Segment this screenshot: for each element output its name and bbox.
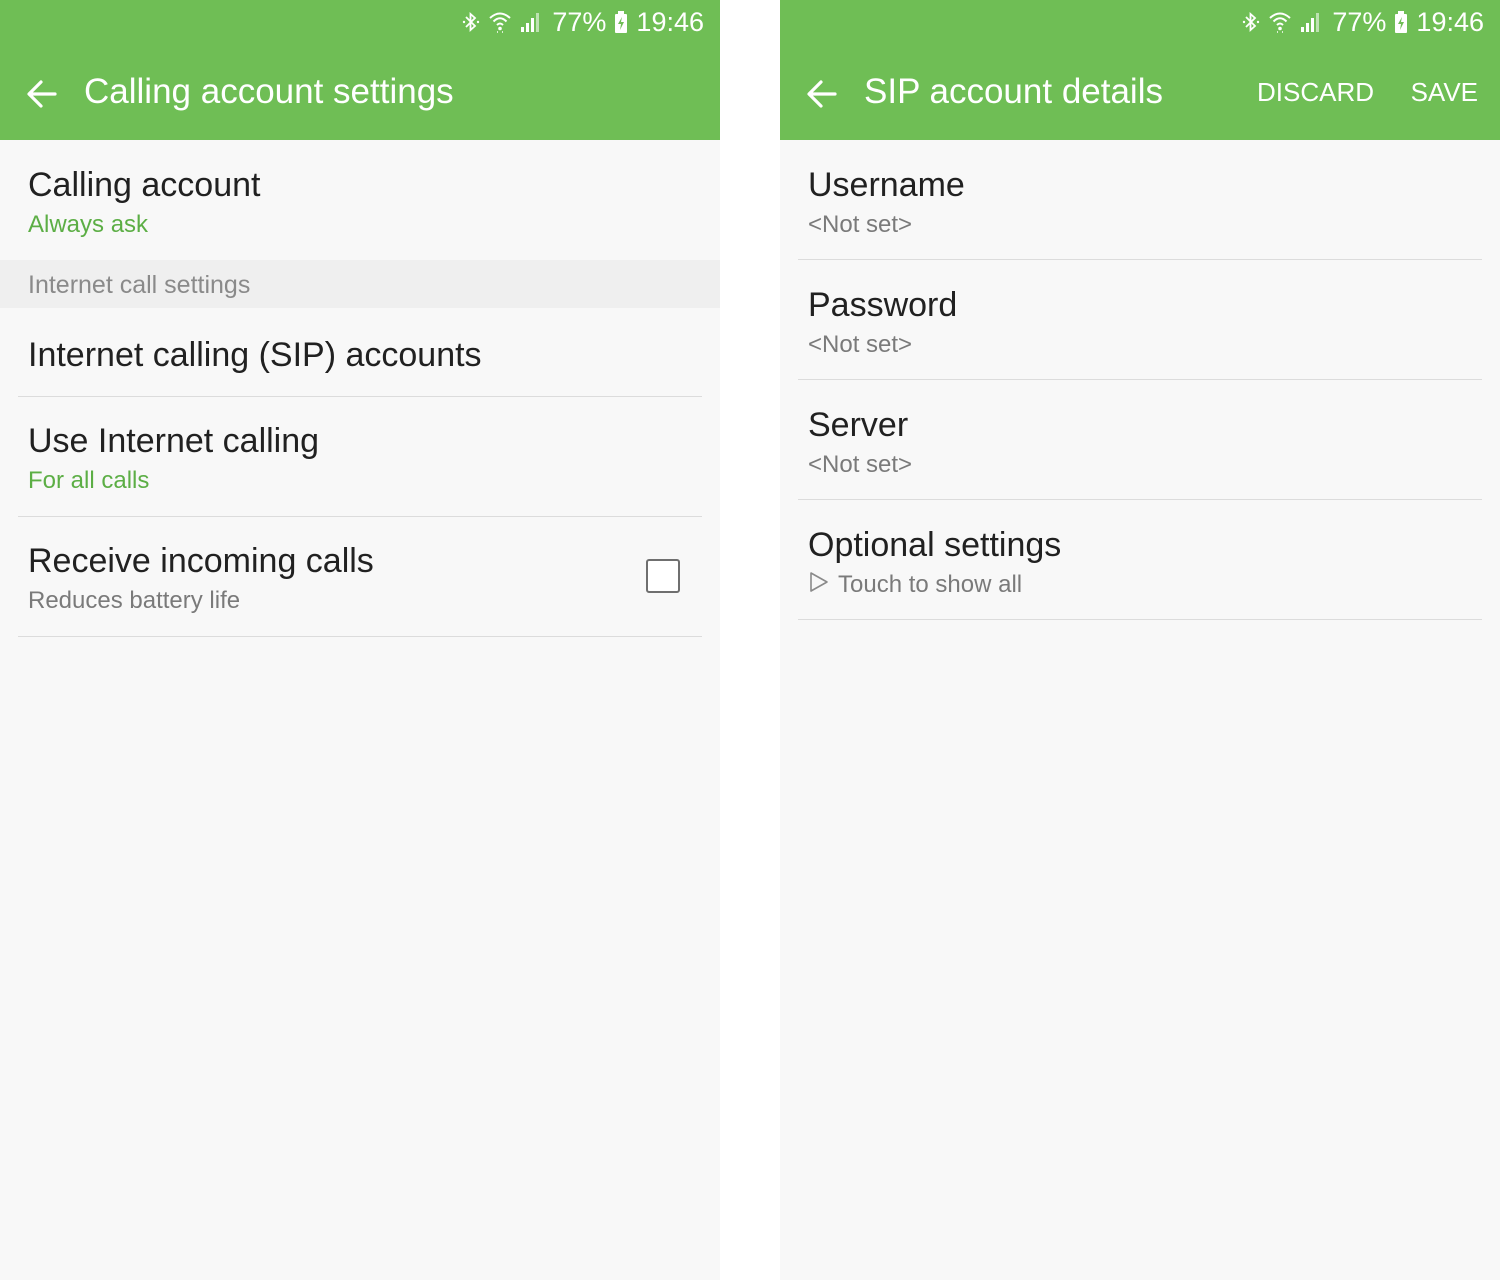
battery-charging-icon [614, 10, 628, 34]
back-arrow-icon [27, 80, 57, 108]
page-title: Calling account settings [84, 72, 454, 111]
section-header-label: Internet call settings [28, 271, 251, 299]
receive-incoming-calls-row[interactable]: Receive incoming calls Reduces battery l… [0, 517, 720, 636]
back-button[interactable] [802, 74, 842, 114]
optional-settings-title: Optional settings [808, 526, 1062, 564]
battery-charging-icon [1394, 10, 1408, 34]
optional-settings-row[interactable]: Optional settings Touch to show all [780, 500, 1500, 620]
calling-account-row[interactable]: Calling account Always ask [0, 140, 720, 260]
sip-account-details-screen: 77% 19:46 SIP account details DISCARD SA… [780, 0, 1500, 1280]
app-bar: 77% 19:46 Calling account settings [0, 0, 720, 140]
status-clock: 19:46 [636, 6, 704, 37]
username-row[interactable]: Username <Not set> [780, 140, 1500, 260]
password-value: <Not set> [808, 331, 913, 358]
server-row[interactable]: Server <Not set> [780, 380, 1500, 500]
save-button[interactable]: SAVE [1411, 77, 1478, 108]
use-internet-calling-row[interactable]: Use Internet calling For all calls [0, 397, 720, 516]
back-button[interactable] [22, 74, 62, 114]
divider [18, 636, 702, 637]
battery-percent: 77% [1332, 6, 1387, 37]
status-clock: 19:46 [1416, 6, 1484, 37]
receive-incoming-calls-summary: Reduces battery life [28, 587, 241, 614]
receive-incoming-calls-title: Receive incoming calls [28, 542, 374, 580]
expand-triangle-icon [810, 572, 828, 592]
bluetooth-icon [1242, 10, 1260, 34]
receive-incoming-calls-checkbox[interactable] [646, 559, 680, 593]
bluetooth-icon [462, 10, 480, 34]
battery-percent: 77% [552, 6, 607, 37]
page-title: SIP account details [864, 72, 1163, 111]
use-internet-calling-title: Use Internet calling [28, 422, 320, 460]
server-title: Server [808, 406, 909, 444]
section-header: Internet call settings [0, 260, 720, 308]
wifi-icon [488, 10, 512, 34]
signal-icon [1300, 11, 1322, 33]
password-row[interactable]: Password <Not set> [780, 260, 1500, 380]
username-value: <Not set> [808, 211, 913, 238]
sip-accounts-row[interactable]: Internet calling (SIP) accounts [0, 308, 720, 396]
discard-button[interactable]: DISCARD [1257, 77, 1374, 108]
use-internet-calling-summary: For all calls [28, 467, 150, 494]
divider [798, 619, 1482, 620]
calling-account-settings-screen: 77% 19:46 Calling account settings Calli… [0, 0, 720, 1280]
app-bar: 77% 19:46 SIP account details DISCARD SA… [780, 0, 1500, 140]
status-bar: 77% 19:46 [1234, 6, 1484, 38]
server-value: <Not set> [808, 451, 913, 478]
calling-account-summary: Always ask [28, 211, 149, 238]
optional-settings-hint: Touch to show all [838, 571, 1023, 598]
wifi-icon [1268, 10, 1292, 34]
back-arrow-icon [807, 80, 837, 108]
signal-icon [520, 11, 542, 33]
calling-account-title: Calling account [28, 166, 261, 204]
password-title: Password [808, 286, 958, 324]
sip-accounts-title: Internet calling (SIP) accounts [28, 336, 482, 374]
username-title: Username [808, 166, 965, 204]
status-bar: 77% 19:46 [454, 6, 704, 38]
optional-settings-hint-wrap: Touch to show all [808, 570, 1022, 599]
